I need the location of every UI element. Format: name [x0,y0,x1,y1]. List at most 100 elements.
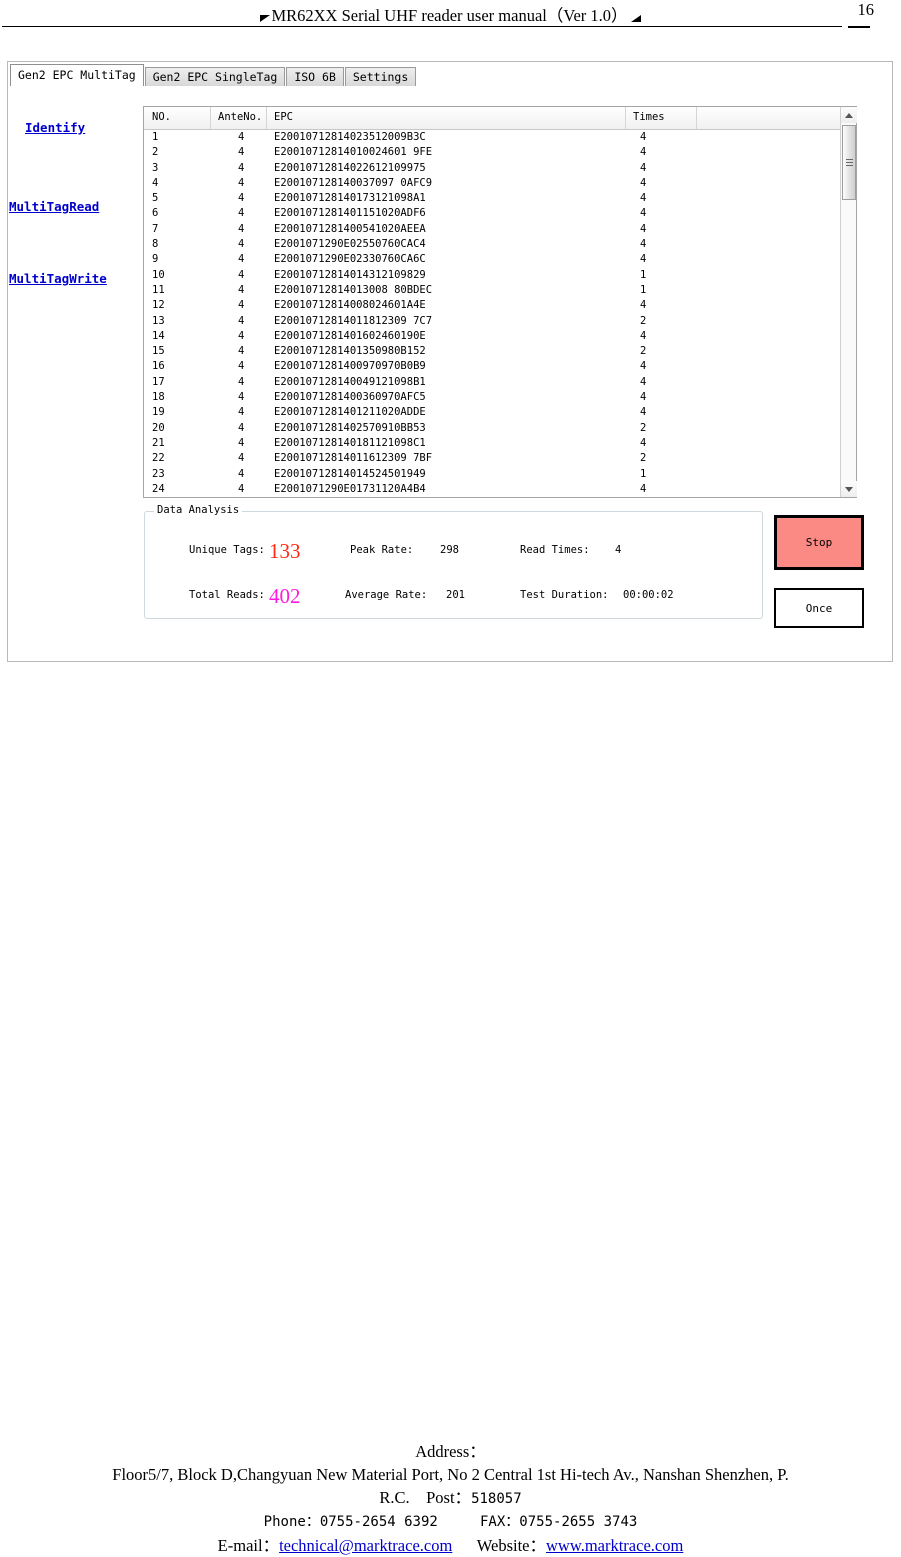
page-footer: Address： Floor5/7, Block D,Changyuan New… [0,1440,901,1557]
table-row[interactable]: 5 4 E200107128140173121098A1 4 [144,191,839,206]
cell-epc: E20010712814010024601 9FE [274,146,433,159]
grid-column-no[interactable]: NO. [152,111,171,123]
chevron-up-icon [845,113,853,118]
cell-ante: 4 [238,176,245,189]
scrollbar-track[interactable] [841,123,856,481]
cell-times: 4 [640,391,647,404]
cell-times: 2 [640,421,647,434]
table-row[interactable]: 8 4 E2001071290E02550760CAC4 4 [144,237,839,252]
cell-ante: 4 [238,452,245,465]
once-button[interactable]: Once [774,588,864,628]
table-row[interactable]: 7 4 E2001071281400541020AEEA 4 [144,222,839,237]
table-row[interactable]: 22 4 E20010712814011612309 7BF 2 [144,451,839,466]
grid-header-sep-2 [266,107,267,129]
nav-link-multitagread[interactable]: MultiTagRead [9,199,99,214]
footer-post-value: 518057 [471,1491,522,1507]
cell-times: 1 [640,268,647,281]
cell-ante: 4 [238,283,245,296]
cell-epc: E2001071281400541020AEEA [274,222,426,235]
stop-button[interactable]: Stop [774,515,864,570]
cell-ante: 4 [238,421,245,434]
scroll-down-button[interactable] [841,481,857,497]
table-row[interactable]: 16 4 E2001071281400970970B0B9 4 [144,359,839,374]
cell-ante: 4 [238,131,245,143]
cell-no: 7 [152,222,159,235]
cell-ante: 4 [238,467,245,480]
table-row[interactable]: 24 4 E2001071290E01731120A4B4 4 [144,482,839,497]
cell-epc: E2001071290E02330760CA6C [274,253,426,266]
footer-address-label: Address： [415,1442,486,1461]
table-row[interactable]: 14 4 E2001071281401602460190E 4 [144,329,839,344]
tab-gen2-epc-singletag[interactable]: Gen2 EPC SingleTag [144,67,286,86]
tab-settings[interactable]: Settings [344,67,417,86]
table-row[interactable]: 3 4 E20010712814022612109975 4 [144,161,839,176]
cell-ante: 4 [238,345,245,358]
cell-no: 14 [152,329,165,342]
manual-title: MR62XX Serial UHF reader user manual（Ver… [0,2,901,26]
reader-app-window: Gen2 EPC MultiTag Gen2 EPC SingleTag ISO… [7,61,893,662]
footer-email-link[interactable]: technical@marktrace.com [279,1536,452,1555]
unique-tags-value: 133 [269,539,301,563]
grid-column-times[interactable]: Times [633,111,665,123]
cell-ante: 4 [238,192,245,205]
test-duration-value: 00:00:02 [623,589,674,601]
average-rate-value: 201 [446,589,465,601]
table-row[interactable]: 18 4 E2001071281400360970AFC5 4 [144,390,839,405]
grid-vertical-scrollbar[interactable] [840,107,857,497]
footer-rc-text: R.C. [379,1488,410,1507]
cell-no: 3 [152,161,159,174]
cell-times: 4 [640,222,647,235]
cell-epc: E20010712814011812309 7C7 [274,314,433,327]
grid-column-epc[interactable]: EPC [274,111,293,123]
tab-iso-6b[interactable]: ISO 6B [286,67,344,86]
grid-header-sep-4 [696,107,697,129]
cell-no: 20 [152,421,165,434]
page-header: MR62XX Serial UHF reader user manual（Ver… [0,0,901,34]
cell-no: 11 [152,283,165,296]
nav-link-identify[interactable]: Identify [25,120,85,135]
scrollbar-thumb[interactable] [842,125,856,200]
grip-icon [846,159,853,166]
table-row[interactable]: 19 4 E2001071281401211020ADDE 4 [144,405,839,420]
table-row[interactable]: 12 4 E20010712814008024601A4E 4 [144,298,839,313]
cell-ante: 4 [238,207,245,220]
table-row[interactable]: 4 4 E200107128140037097 0AFC9 4 [144,176,839,191]
nav-link-multitagwrite[interactable]: MultiTagWrite [9,271,107,286]
table-row[interactable]: 15 4 E2001071281401350980B152 2 [144,344,839,359]
tab-gen2-epc-multitag[interactable]: Gen2 EPC MultiTag [10,64,144,86]
table-row[interactable]: 23 4 E20010712814014524501949 1 [144,467,839,482]
table-row[interactable]: 17 4 E200107128140049121098B1 4 [144,375,839,390]
tab-gen2-epc-singletag-label: Gen2 EPC SingleTag [152,70,278,84]
cell-ante: 4 [238,253,245,266]
scroll-up-button[interactable] [841,107,857,123]
manual-title-text: MR62XX Serial UHF reader user manual（Ver… [271,6,628,25]
table-row[interactable]: 21 4 E200107128140181121098C1 4 [144,436,839,451]
table-row[interactable]: 9 4 E2001071290E02330760CA6C 4 [144,252,839,267]
grid-column-anteno[interactable]: AnteNo. [218,111,262,123]
cell-epc: E20010712814013008 80BDEC [274,283,433,296]
data-analysis-legend: Data Analysis [154,504,243,516]
table-row[interactable]: 20 4 E2001071281402570910BB53 2 [144,421,839,436]
cell-no: 2 [152,146,159,159]
grid-body[interactable]: 1 4 E20010712814023512009B3C 4 2 4 E200107128… [144,130,839,497]
table-row[interactable]: 11 4 E20010712814013008 80BDEC 1 [144,283,839,298]
cell-epc: E2001071290E01731120A4B4 [274,482,426,495]
table-row[interactable]: 2 4 E20010712814010024601 9FE 4 [144,145,839,160]
table-row[interactable]: 10 4 E20010712814014312109829 1 [144,268,839,283]
cell-no: 4 [152,176,159,189]
table-row[interactable]: 6 4 E2001071281401151020ADF6 4 [144,206,839,221]
triangle-right-icon [630,15,641,22]
cell-times: 4 [640,176,647,189]
cell-no: 15 [152,345,165,358]
page-number: 16 [857,0,875,19]
triangle-left-icon [260,15,271,22]
cell-no: 24 [152,482,165,495]
cell-times: 4 [640,161,647,174]
footer-website-label: Website： [476,1536,547,1555]
table-row[interactable]: 13 4 E20010712814011812309 7C7 2 [144,314,839,329]
cell-epc: E2001071281401211020ADDE [274,406,426,419]
cell-no: 16 [152,360,165,373]
footer-website-link[interactable]: www.marktrace.com [546,1536,683,1555]
cell-times: 4 [640,192,647,205]
table-row[interactable]: 1 4 E20010712814023512009B3C 4 [144,130,839,145]
